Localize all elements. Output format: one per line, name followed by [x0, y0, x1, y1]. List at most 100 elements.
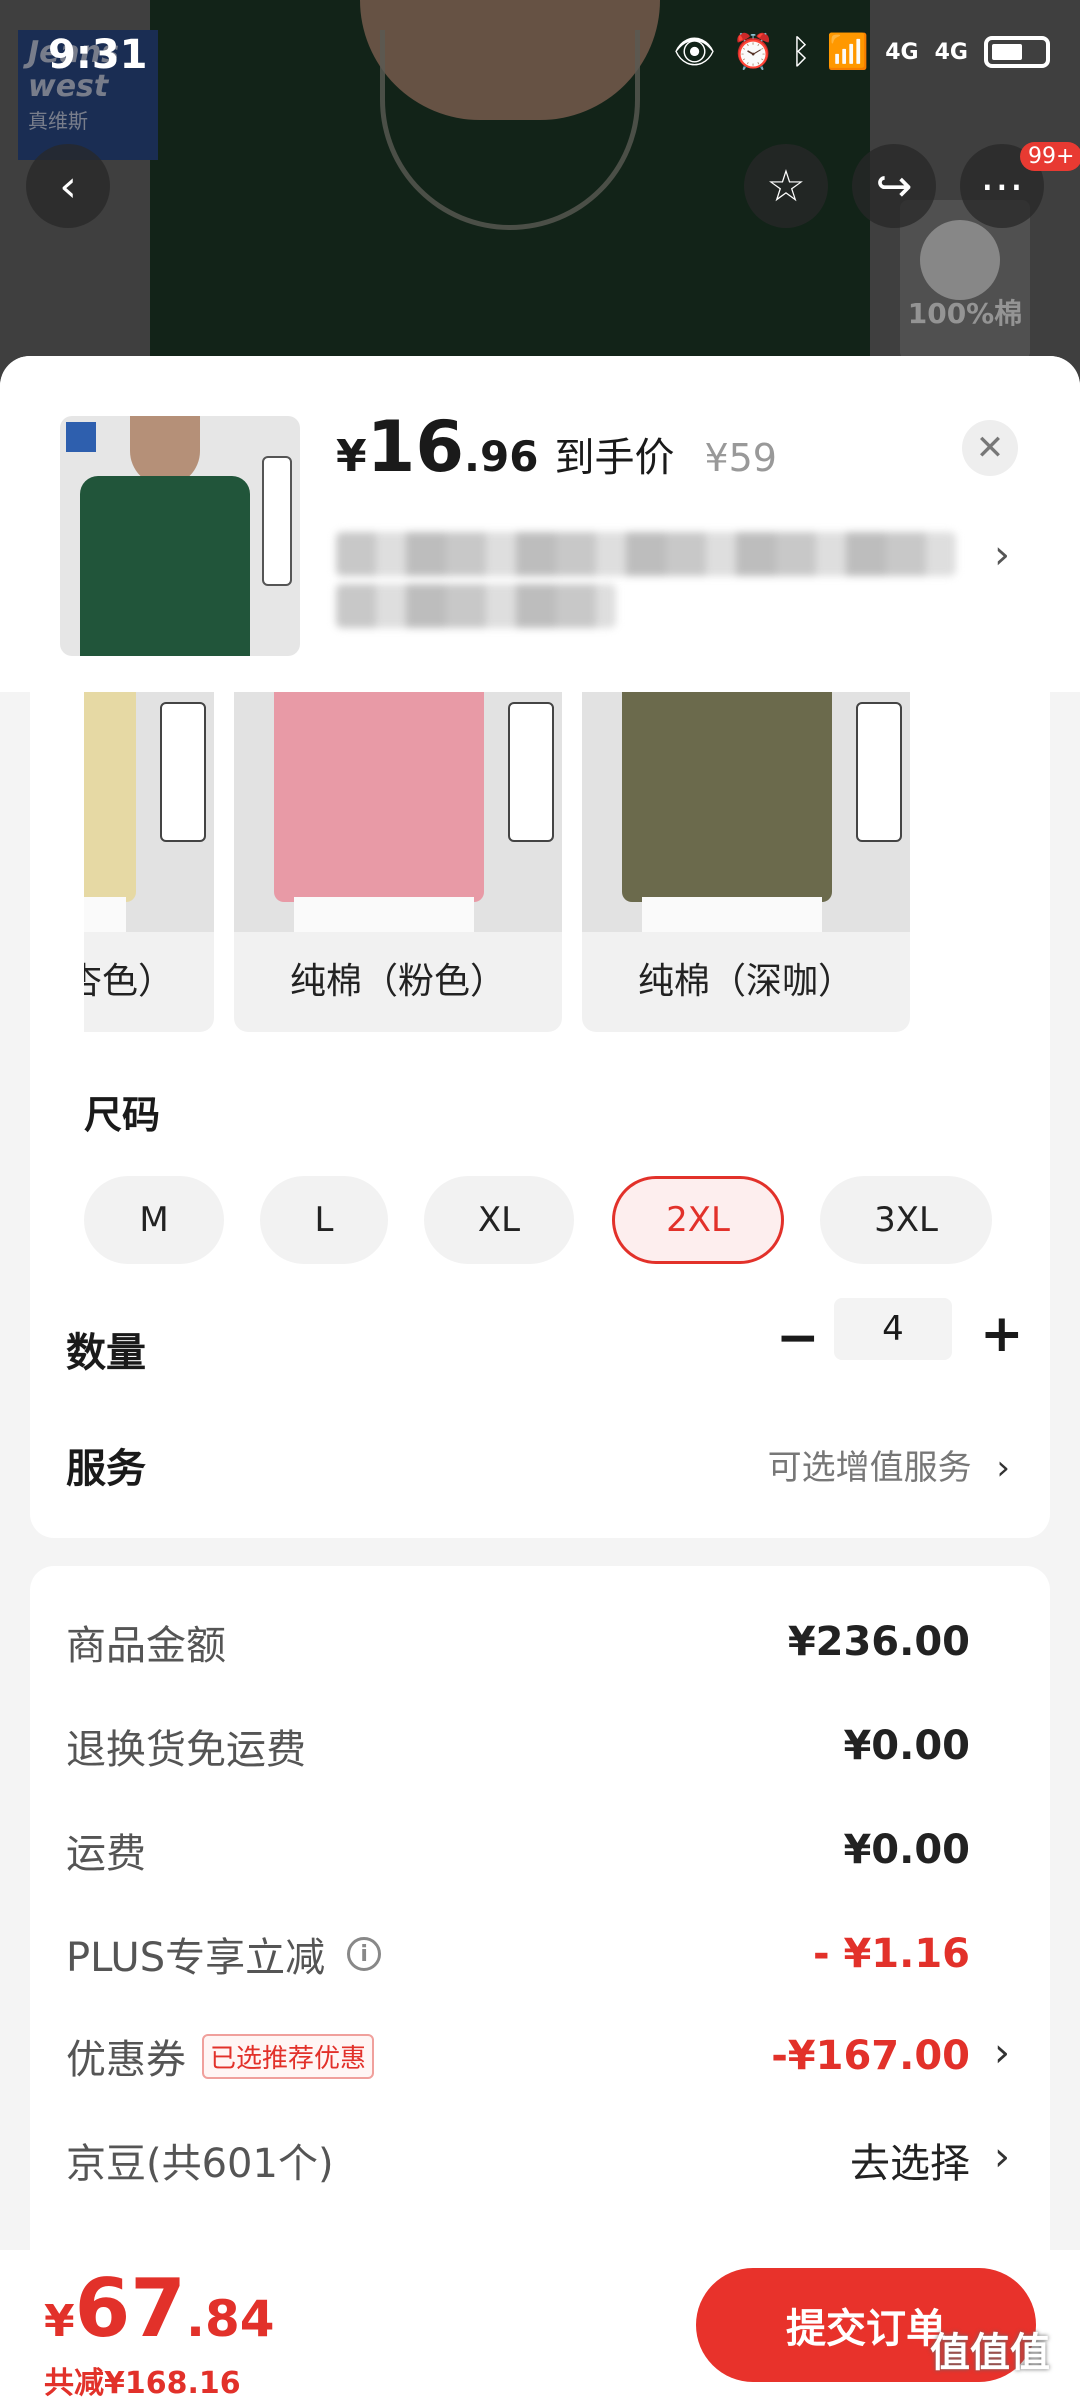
- service-title: 服务: [66, 1446, 146, 1492]
- original-price: ¥59: [704, 436, 777, 480]
- return-shipping-value: ¥0.00: [843, 1723, 970, 1769]
- plus-discount-value: - ¥1.16: [812, 1931, 970, 1977]
- quantity-input[interactable]: 4: [834, 1298, 952, 1360]
- color-option[interactable]: 纯棉（深咖）: [582, 692, 910, 1032]
- chevron-left-icon: ‹: [59, 160, 77, 212]
- size-option-xl[interactable]: XL: [424, 1176, 574, 1264]
- price-currency: ¥: [336, 431, 367, 482]
- shipping-value: ¥0.00: [843, 1827, 970, 1873]
- summary-row-shipping: 运费 ¥0.00: [66, 1820, 970, 1880]
- color-option-image: [84, 692, 214, 932]
- chevron-right-icon[interactable]: ›: [994, 2134, 1010, 2180]
- shirt-swatch: [274, 692, 484, 902]
- service-value: 可选增值服务: [767, 1448, 972, 1488]
- goods-amount-value: ¥236.00: [787, 1619, 970, 1665]
- share-button[interactable]: ↪: [852, 144, 936, 228]
- thumb-tag: [262, 456, 292, 586]
- total-integer: 67: [74, 2262, 186, 2355]
- eye-icon: 👁: [672, 32, 717, 72]
- blurred-spec-text[interactable]: [336, 532, 956, 576]
- goods-amount-label: 商品金额: [66, 1623, 226, 1669]
- summary-row-goods: 商品金额 ¥236.00: [66, 1612, 970, 1672]
- plus-discount-label: PLUS专享立减 i: [66, 1925, 382, 1983]
- alarm-icon: ⏰: [732, 32, 775, 72]
- price-integer: 16: [366, 406, 465, 488]
- jd-beans-label: 京豆(共601个): [66, 2141, 334, 2187]
- watermark: 值值值: [930, 2330, 1050, 2376]
- quantity-increase-button[interactable]: +: [980, 1304, 1024, 1364]
- sku-sheet: ¥ 16 .96 到手价 ¥59 ✕ › 纯棉（杏色）: [0, 356, 1080, 2400]
- product-thumbnail[interactable]: [60, 416, 300, 656]
- color-option-label: 纯棉（深咖）: [637, 961, 854, 1002]
- color-option-image: [582, 692, 910, 932]
- bluetooth-icon: ᛒ: [790, 32, 811, 72]
- cotton-tag: [160, 702, 206, 842]
- cotton-tag: [856, 702, 902, 842]
- pants-shape: [642, 897, 822, 932]
- color-option-label: 纯棉（杏色）: [84, 961, 174, 1002]
- price-label: 到手价: [554, 435, 675, 481]
- favorite-button[interactable]: ☆: [744, 144, 828, 228]
- quantity-decrease-button[interactable]: −: [776, 1308, 820, 1368]
- return-shipping-label: 退换货免运费: [66, 1727, 306, 1773]
- color-option-image: [234, 692, 562, 932]
- thumb-logo: [66, 422, 96, 452]
- options-card: 纯棉（杏色） 纯棉（粉色） 纯棉（深咖） 尺码 M: [30, 692, 1050, 1538]
- sheet-header: ¥ 16 .96 到手价 ¥59 ✕ ›: [0, 356, 1080, 692]
- chevron-right-icon: ›: [996, 1448, 1010, 1488]
- shirt-swatch: [84, 692, 136, 902]
- coupon-tag: 已选推荐优惠: [202, 2033, 375, 2079]
- total-currency: ¥: [44, 2296, 75, 2347]
- more-badge: 99+: [1020, 142, 1080, 171]
- size-option-2xl[interactable]: 2XL: [612, 1176, 784, 1264]
- bottom-bar: ¥ 67 .84 共减¥168.16 提交订单: [0, 2250, 1080, 2400]
- pants-shape: [294, 897, 474, 932]
- coupon-text: 优惠券: [66, 2037, 186, 2083]
- more-icon: ⋯: [980, 160, 1024, 212]
- shirt-swatch: [622, 692, 832, 902]
- chevron-right-icon[interactable]: ›: [994, 2030, 1010, 2076]
- service-selector[interactable]: 可选增值服务 ›: [768, 1440, 1010, 1489]
- pants-shape: [84, 897, 126, 932]
- close-icon: ✕: [975, 428, 1005, 468]
- total-savings: 共减¥168.16: [44, 2366, 241, 2400]
- wifi-icon: 📶: [826, 32, 870, 72]
- summary-row-plus: PLUS专享立减 i - ¥1.16: [66, 1924, 970, 1984]
- size-option-3xl[interactable]: 3XL: [820, 1176, 992, 1264]
- color-option[interactable]: 纯棉（粉色）: [234, 692, 562, 1032]
- color-option[interactable]: 纯棉（杏色）: [84, 692, 214, 1032]
- status-time: 9:31: [48, 32, 148, 78]
- chevron-right-icon[interactable]: ›: [994, 532, 1010, 578]
- coupon-label: 优惠券 已选推荐优惠: [66, 2027, 375, 2085]
- summary-row-jd-beans[interactable]: 京豆(共601个) 去选择: [66, 2130, 970, 2190]
- signal-1-label: 4G: [885, 39, 919, 65]
- price-row: ¥ 16 .96 到手价 ¥59: [336, 406, 777, 488]
- thumb-shirt: [80, 476, 250, 656]
- order-summary: 商品金额 ¥236.00 退换货免运费 ¥0.00 运费 ¥0.00 PLUS专…: [30, 1566, 1050, 2326]
- signal-2-label: 4G: [934, 39, 968, 65]
- close-button[interactable]: ✕: [962, 420, 1018, 476]
- color-options: 纯棉（杏色） 纯棉（粉色） 纯棉（深咖）: [84, 692, 1040, 1032]
- total-decimal: .84: [185, 2290, 275, 2348]
- status-icons: 👁 ⏰ ᛒ 📶 4G 4G: [673, 32, 1050, 72]
- info-icon[interactable]: i: [347, 1937, 382, 1971]
- price-decimal: .96: [464, 432, 539, 481]
- shipping-label: 运费: [66, 1831, 146, 1877]
- coupon-value: -¥167.00: [771, 2033, 970, 2079]
- cotton-tag: [508, 702, 554, 842]
- summary-row-return: 退换货免运费 ¥0.00: [66, 1716, 970, 1776]
- size-option-m[interactable]: M: [84, 1176, 224, 1264]
- total-price: ¥ 67 .84: [44, 2262, 275, 2355]
- blurred-spec-text[interactable]: [336, 584, 616, 628]
- star-icon: ☆: [766, 160, 806, 212]
- summary-row-coupon[interactable]: 优惠券 已选推荐优惠 -¥167.00: [66, 2026, 970, 2086]
- color-option-label: 纯棉（粉色）: [289, 961, 506, 1002]
- size-title: 尺码: [84, 1093, 161, 1137]
- jd-beans-select: 去选择: [850, 2141, 970, 2187]
- battery-icon: [984, 36, 1050, 68]
- back-button[interactable]: ‹: [26, 144, 110, 228]
- quantity-title: 数量: [66, 1330, 146, 1376]
- size-option-l[interactable]: L: [260, 1176, 388, 1264]
- share-icon: ↪: [875, 160, 913, 212]
- plus-discount-text: PLUS专享立减: [66, 1935, 326, 1981]
